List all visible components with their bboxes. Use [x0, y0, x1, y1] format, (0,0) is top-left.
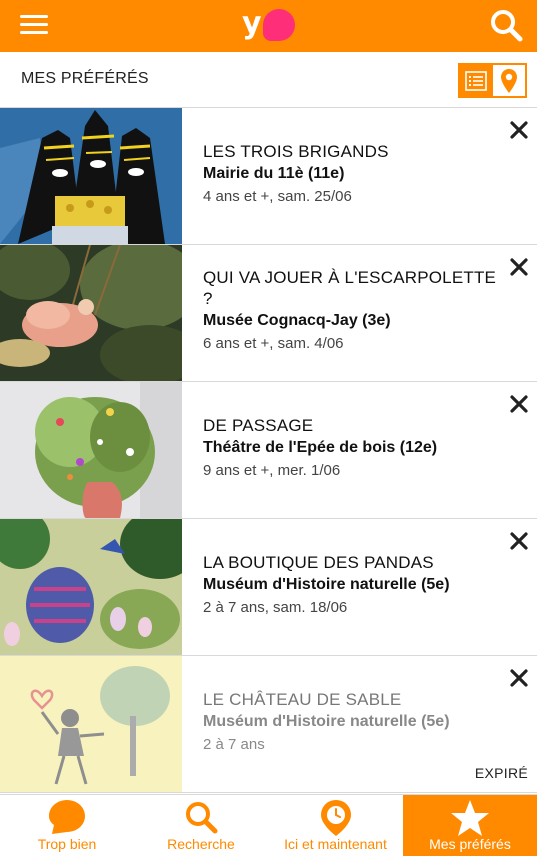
list-item[interactable]: DE PASSAGE Théâtre de l'Epée de bois (12… [0, 382, 537, 519]
speech-bubble-icon [48, 799, 86, 840]
close-icon[interactable] [509, 257, 529, 277]
close-icon[interactable] [509, 120, 529, 140]
event-meta: 2 à 7 ans, sam. 18/06 [203, 599, 348, 616]
nav-recherche[interactable]: Recherche [134, 795, 268, 856]
list-item[interactable]: QUI VA JOUER À L'ESCARPOLETTE ? Musée Co… [0, 245, 537, 382]
bottom-nav: Trop bien Recherche Ici et maintenant Me… [0, 794, 537, 856]
nav-label: Ici et maintenant [284, 836, 387, 852]
view-toggle [458, 63, 527, 98]
event-venue: Muséum d'Histoire naturelle (5e) [203, 713, 450, 730]
event-title: LA BOUTIQUE DES PANDAS [203, 553, 434, 572]
event-title: LE CHÂTEAU DE SABLE [203, 690, 402, 709]
list-item[interactable]: LES TROIS BRIGANDS Mairie du 11è (11e) 4… [0, 108, 537, 245]
event-venue: Mairie du 11è (11e) [203, 165, 345, 182]
event-meta: 4 ans et +, sam. 25/06 [203, 188, 352, 205]
event-title: LES TROIS BRIGANDS [203, 142, 389, 161]
favorites-header: MES PRÉFÉRÉS [0, 52, 537, 108]
event-thumbnail [0, 382, 182, 518]
close-icon[interactable] [509, 531, 529, 551]
close-icon[interactable] [509, 394, 529, 414]
hamburger-menu-icon[interactable] [20, 13, 48, 35]
list-view-icon[interactable] [460, 65, 493, 96]
event-venue: Théâtre de l'Epée de bois (12e) [203, 439, 438, 456]
event-title: DE PASSAGE [203, 416, 314, 435]
event-venue: Muséum d'Histoire naturelle (5e) [203, 576, 450, 593]
close-icon[interactable] [509, 668, 529, 688]
event-venue: Musée Cognacq-Jay (3e) [203, 312, 391, 329]
event-thumbnail [0, 519, 182, 655]
event-meta: 6 ans et +, sam. 4/06 [203, 335, 344, 352]
list-item[interactable]: LA BOUTIQUE DES PANDAS Muséum d'Histoire… [0, 519, 537, 656]
page-title: MES PRÉFÉRÉS [21, 70, 149, 87]
logo-text: y [242, 6, 262, 41]
search-icon[interactable] [489, 8, 523, 42]
nav-ici-et-maintenant[interactable]: Ici et maintenant [268, 795, 403, 856]
nav-label: Recherche [167, 836, 235, 852]
event-title: QUI VA JOUER À L'ESCARPOLETTE ? [203, 268, 497, 308]
expired-badge: EXPIRÉ [474, 765, 528, 781]
event-thumbnail [0, 245, 182, 381]
favorites-list: LES TROIS BRIGANDS Mairie du 11è (11e) 4… [0, 108, 537, 793]
nav-label: Mes préférés [429, 836, 511, 852]
search-icon [183, 799, 219, 840]
event-thumbnail [0, 108, 182, 244]
nav-trop-bien[interactable]: Trop bien [0, 795, 134, 856]
list-item[interactable]: LE CHÂTEAU DE SABLE Muséum d'Histoire na… [0, 656, 537, 793]
app-logo[interactable]: y [239, 5, 301, 45]
top-bar: y [0, 0, 537, 52]
event-meta: 9 ans et +, mer. 1/06 [203, 462, 341, 479]
logo-bubble-icon [263, 9, 295, 41]
nav-mes-preferes[interactable]: Mes préférés [403, 795, 537, 856]
event-meta: 2 à 7 ans [203, 736, 265, 753]
event-thumbnail [0, 656, 182, 792]
map-pin-icon[interactable] [492, 65, 525, 96]
nav-label: Trop bien [37, 836, 97, 852]
